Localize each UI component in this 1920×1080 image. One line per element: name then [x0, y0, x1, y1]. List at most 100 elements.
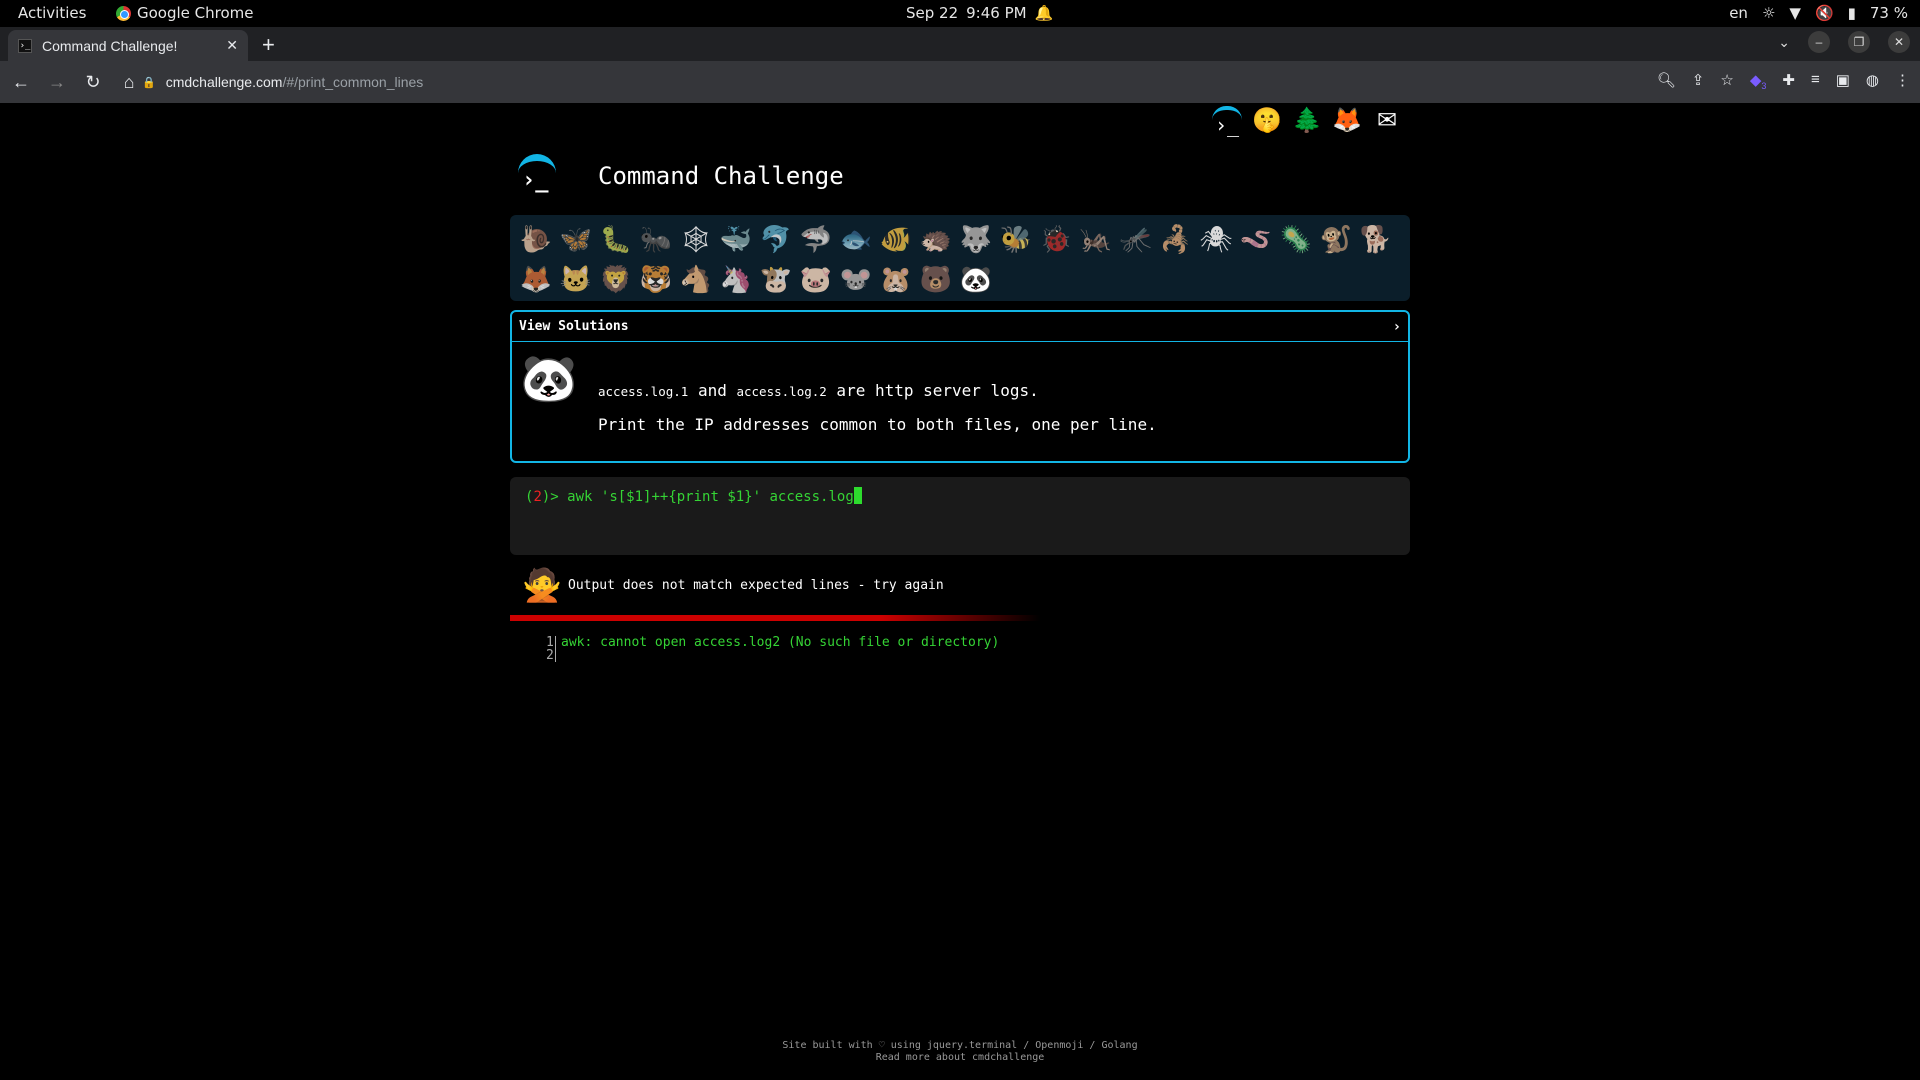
challenge-animal-icon[interactable]: 🦈	[796, 219, 836, 259]
puzzle-icon[interactable]: ✚	[1782, 71, 1795, 91]
clock[interactable]: Sep 22 9:46 PM 🔔	[906, 4, 1053, 22]
chevron-right-icon: ›	[1392, 318, 1401, 335]
restore-button[interactable]: ❐	[1848, 31, 1870, 53]
challenge-animal-icon[interactable]: 🦗	[1076, 219, 1116, 259]
challenge-animal-icon[interactable]: 🐴	[676, 259, 716, 299]
challenge-animal-icon[interactable]: 🦊	[516, 259, 556, 299]
challenge-animal-icon[interactable]: 🦔	[916, 219, 956, 259]
terminal-favicon-icon: ›_	[18, 38, 32, 53]
challenge-animal-icon[interactable]: 🪱	[1236, 219, 1276, 259]
challenge-animal-icon[interactable]: 🐝	[996, 219, 1036, 259]
side-panel-icon[interactable]: ▣	[1836, 71, 1850, 91]
challenge-animal-icon[interactable]: 🕸	[676, 219, 716, 259]
challenge-animal-icon[interactable]: 🐹	[876, 259, 916, 299]
command-text[interactable]: awk 's[$1]++{print $1}' access.log	[567, 489, 854, 505]
challenge-animal-icon[interactable]: 🕷	[1196, 219, 1236, 259]
command-output: 1 awk: cannot open access.log2 (No such f…	[546, 636, 999, 662]
challenge-row-2: 🦊 🐱 🦁 🐯 🐴 🦄 🐮 🐷 🐭 🐹 🐻 🐼	[516, 259, 1404, 299]
challenge-animal-icon[interactable]: 🐷	[796, 259, 836, 299]
media-icon[interactable]: ≡	[1811, 71, 1820, 91]
challenge-animal-icon[interactable]: 🦟	[1116, 219, 1156, 259]
profile-avatar-icon[interactable]: ◍	[1866, 71, 1879, 91]
bell-icon: 🔔	[1034, 4, 1054, 22]
challenge-animal-icon[interactable]: 🐒	[1316, 219, 1356, 259]
extension-badge: 3	[1761, 81, 1767, 91]
home-icon[interactable]: ⌂	[114, 72, 144, 93]
challenge-animal-icon[interactable]: 🦁	[596, 259, 636, 299]
challenge-description: access.log.1 and access.log.2 are http s…	[598, 374, 1157, 441]
challenge-animal-icon[interactable]: 🐠	[876, 219, 916, 259]
line-number: 2	[546, 649, 556, 662]
wifi-icon: ▼	[1789, 4, 1801, 22]
challenge-row-1: 🐌 🦋 🐛 🐜 🕸 🐳 🐬 🦈 🐟 🐠 🦔 🐺 🐝 🐞 🦗 🦟 🦂 🕷 🪱 🦠 🐒 🐕	[516, 219, 1404, 259]
tab-search-icon[interactable]: ⌄	[1778, 34, 1790, 51]
share-icon[interactable]: ⇪	[1692, 71, 1705, 91]
app-menu[interactable]: Google Chrome	[116, 4, 254, 22]
battery-level: 73 %	[1869, 4, 1908, 22]
challenge-animal-icon[interactable]: 🐜	[636, 219, 676, 259]
close-tab-icon[interactable]: ✕	[226, 37, 238, 54]
page-nav-icons: ›_ 🤫 🌲 🦊 ✉	[1212, 106, 1402, 137]
extension-icon[interactable]: ◆3	[1750, 71, 1767, 91]
envelope-icon[interactable]: ✉	[1372, 106, 1402, 136]
view-solutions-toggle[interactable]: View Solutions ›	[512, 312, 1408, 342]
challenge-animal-icon[interactable]: 🐬	[756, 219, 796, 259]
challenge-animal-icon[interactable]: 🐮	[756, 259, 796, 299]
desc-and: and	[688, 381, 737, 400]
output-line: 1 awk: cannot open access.log2 (No such f…	[546, 636, 999, 649]
command-logo-icon: ›_	[516, 154, 558, 198]
challenge-animal-icon[interactable]: 🐻	[916, 259, 956, 299]
reload-icon[interactable]: ↻	[78, 72, 108, 93]
result-status: 🙅 Output does not match expected lines -…	[522, 566, 944, 604]
challenge-animal-icon[interactable]: 🐞	[1036, 219, 1076, 259]
toolbar-icons: 🔍︎ ⇪ ☆ ◆3 ✚ ≡ ▣ ◍ ⋮	[1657, 71, 1910, 91]
browser-toolbar: ← → ↻ ⌂ 🔒 cmdchallenge.com/#/print_commo…	[0, 61, 1920, 103]
challenge-animal-icon[interactable]: 🦂	[1156, 219, 1196, 259]
view-solutions-label: View Solutions	[519, 319, 629, 334]
menu-icon[interactable]: ⋮	[1895, 71, 1910, 91]
back-icon[interactable]: ←	[6, 72, 36, 93]
challenge-animal-icon[interactable]: 🐺	[956, 219, 996, 259]
challenge-animal-icon[interactable]: 🐯	[636, 259, 676, 299]
challenge-animal-icon[interactable]: 🐼	[956, 259, 996, 299]
minimize-button[interactable]: –	[1808, 31, 1830, 53]
terminal-logo-icon[interactable]: ›_	[1212, 106, 1242, 137]
language[interactable]: en	[1729, 4, 1748, 22]
bookmark-star-icon[interactable]: ☆	[1720, 71, 1733, 91]
gitlab-icon[interactable]: 🦊	[1332, 106, 1362, 136]
forward-icon[interactable]: →	[42, 72, 72, 93]
close-window-button[interactable]: ✕	[1888, 31, 1910, 53]
prompt: (2)>	[525, 489, 568, 505]
error-indicator-bar	[510, 615, 1040, 621]
challenge-animal-icon[interactable]: 🦄	[716, 259, 756, 299]
date: Sep 22	[906, 4, 959, 22]
tab-title: Command Challenge!	[42, 37, 178, 54]
tree-icon[interactable]: 🌲	[1292, 106, 1322, 136]
status-area[interactable]: en ☼ ▼ 🔇 ▮ 73 %	[1729, 4, 1908, 22]
desc-rest: are http server logs.	[826, 381, 1039, 400]
challenge-animal-icon[interactable]: 🐱	[556, 259, 596, 299]
challenge-animal-icon[interactable]: 🦠	[1276, 219, 1316, 259]
challenge-animal-icon[interactable]: 🐕	[1356, 219, 1396, 259]
challenge-animal-icon[interactable]: 🐛	[596, 219, 636, 259]
brightness-icon: ☼	[1761, 4, 1776, 22]
activities-button[interactable]: Activities	[18, 4, 86, 22]
challenge-panel: View Solutions › 🐼 access.log.1 and acce…	[510, 310, 1410, 463]
address-bar[interactable]: 🔒 cmdchallenge.com/#/print_common_lines	[142, 66, 1702, 98]
battery-icon: ▮	[1847, 4, 1856, 22]
zoom-search-icon[interactable]: 🔍︎	[1657, 71, 1676, 91]
site-footer: Site built with ♡ using jquery.terminal …	[0, 1040, 1920, 1064]
challenge-animal-icon[interactable]: 🐭	[836, 259, 876, 299]
terminal-input[interactable]: (2)> awk 's[$1]++{print $1}' access.log	[510, 477, 1410, 555]
challenge-animal-icon[interactable]: 🐌	[516, 219, 556, 259]
tab-command-challenge[interactable]: ›_ Command Challenge! ✕	[8, 30, 248, 61]
challenge-animal-icon[interactable]: 🦋	[556, 219, 596, 259]
footer-about-link[interactable]: Read more about cmdchallenge	[0, 1052, 1920, 1064]
hint-face-icon[interactable]: 🤫	[1252, 106, 1282, 136]
challenge-animal-icon[interactable]: 🐟	[836, 219, 876, 259]
new-tab-button[interactable]: +	[262, 32, 275, 58]
output-text: awk: cannot open access.log2 (No such fi…	[561, 635, 1000, 650]
page-header: ›_ Command Challenge	[516, 154, 844, 198]
lock-icon[interactable]: 🔒	[142, 76, 156, 89]
challenge-animal-icon[interactable]: 🐳	[716, 219, 756, 259]
